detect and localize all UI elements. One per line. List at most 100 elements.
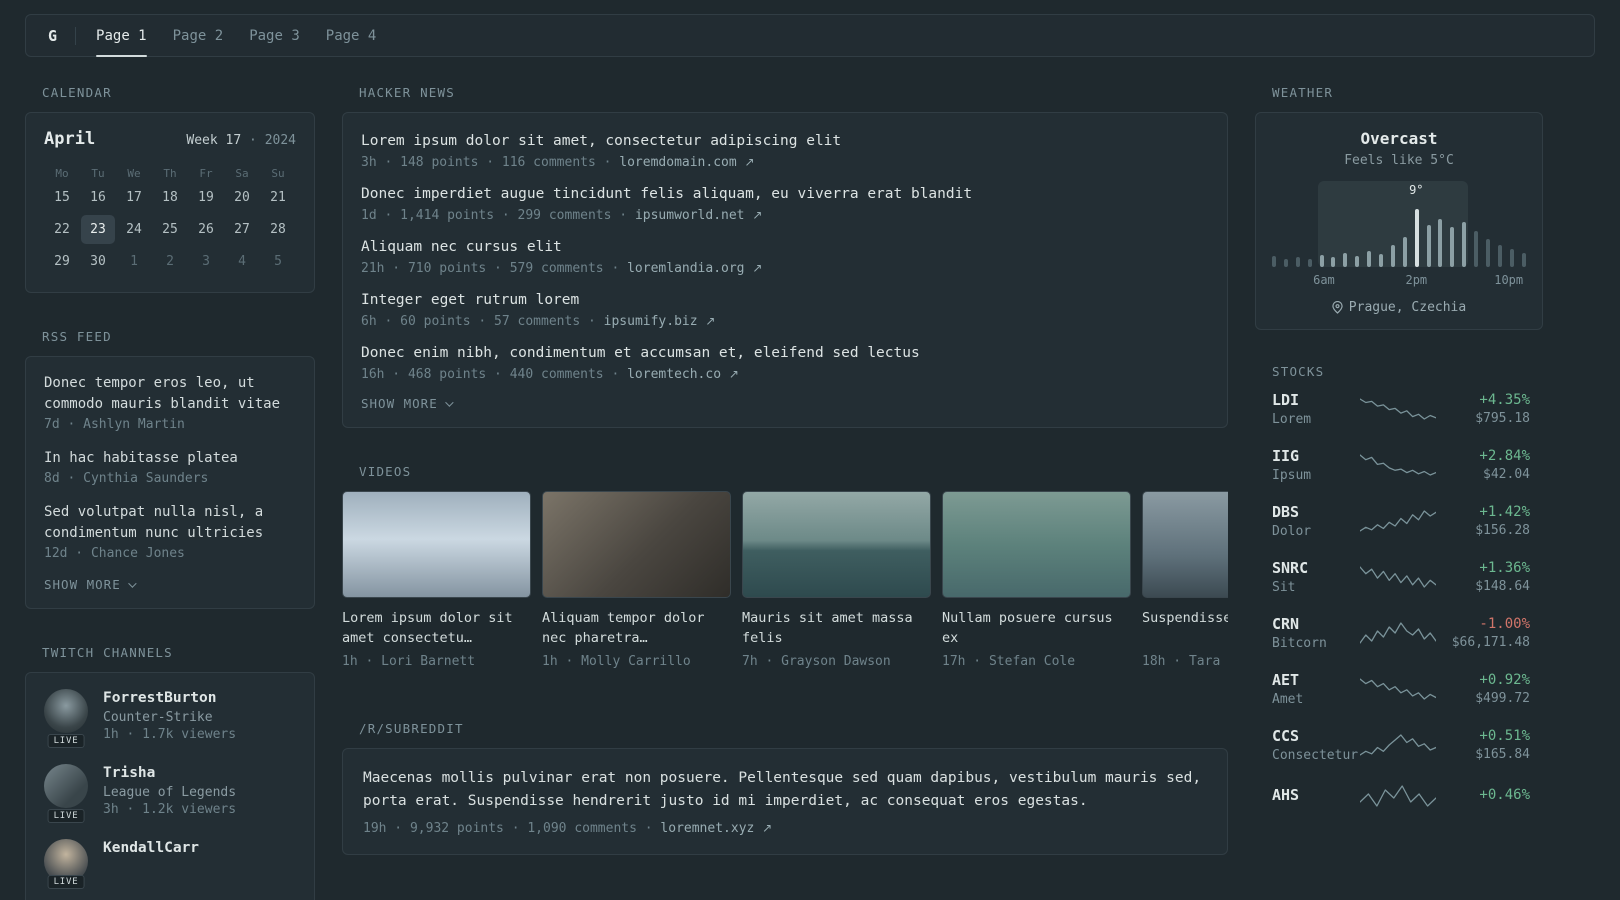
calendar-dow: Tu [91,166,105,180]
hackernews-show-more-button[interactable]: SHOW MORE [361,396,1209,411]
chevron-down-icon [444,397,454,407]
twitch-game: League of Legends [103,784,237,800]
hackernews-item-meta: 6h · 60 points · 57 comments · ipsumify.… [361,314,1209,329]
stock-row[interactable]: CCS Consectetur +0.51% $165.84 [1272,727,1530,763]
stock-row[interactable]: LDI Lorem +4.35% $795.18 [1272,391,1530,427]
external-link-icon: ↗ [744,155,755,170]
video-meta: 7h · Grayson Dawson [742,654,891,670]
external-link-icon: ↗ [728,367,739,382]
stock-id: CRN Bitcorn [1272,615,1360,651]
nav-tab[interactable]: Page 1 [96,15,147,57]
app-logo[interactable]: G [48,27,57,45]
twitch-channel-info: KendallCarr [103,839,199,883]
external-link-icon: ↗ [762,821,773,836]
hackernews-item[interactable]: Donec enim nibh, condimentum et accumsan… [361,343,1209,382]
calendar-widget: CALENDAR April Week 17 · 2024 Mo Tu We Th Fr… [25,85,315,293]
stock-values: +0.92% $499.72 [1436,672,1530,706]
rss-item[interactable]: In hac habitasse platea 8d · Cynthia Sau… [44,448,296,486]
twitch-channel-row[interactable]: LIVE KendallCarr [44,838,296,889]
rss-item[interactable]: Donec tempor eros leo, ut commodo mauris… [44,373,296,432]
videos-row: Lorem ipsum dolor sit amet consectetu… 1… [342,491,1228,669]
nav-tab[interactable]: Page 4 [326,15,377,56]
hackernews-item[interactable]: Aliquam nec cursus elit 21h · 710 points… [361,237,1209,276]
weather-time-label: 6am [1313,273,1335,287]
video-card[interactable]: Mauris sit amet massa felis 7h · Grayson… [742,491,931,669]
video-card[interactable]: Aliquam tempor dolor nec pharetra… 1h · … [542,491,731,669]
hackernews-item-meta: 16h · 468 points · 440 comments · loremt… [361,367,1209,382]
rss-widget-title: RSS FEED [42,329,112,344]
nav-tab[interactable]: Page 2 [173,15,224,56]
stock-values: +4.35% $795.18 [1436,392,1530,426]
show-more-label: SHOW MORE [44,577,121,592]
hackernews-domain-link[interactable]: loremdomain.com [619,155,736,170]
video-title: Suspendisse diam [1142,610,1228,627]
hackernews-domain-link[interactable]: ipsumify.biz [604,314,698,329]
calendar-dow: Su [271,166,285,180]
hackernews-list: Lorem ipsum dolor sit amet, consectetur … [361,131,1209,382]
video-meta: 1h · Lori Barnett [342,654,476,670]
stock-change: +0.51% [1479,728,1530,744]
video-thumbnail [542,491,731,599]
stock-row[interactable]: AHS +0.46% [1272,783,1530,809]
stock-symbol: SNRC [1272,559,1309,577]
external-link-icon: ↗ [752,261,763,276]
video-card[interactable]: Suspendisse diam 18h · Tara [1142,491,1228,669]
reddit-widget: /R/SUBREDDIT Maecenas mollis pulvinar er… [342,721,1228,856]
twitch-channel-row[interactable]: LIVE ForrestBurton Counter-Strike 1h · 1… [44,689,296,748]
calendar-day: 19 [198,190,214,205]
meta-text: 3h · 148 points · 116 comments · [361,155,612,171]
stock-values: -1.00% $66,171.48 [1436,616,1530,650]
nav-tab[interactable]: Page 3 [249,15,300,56]
video-thumbnail [942,491,1131,599]
rss-show-more-button[interactable]: SHOW MORE [44,577,296,592]
rss-item[interactable]: Sed volutpat nulla nisl, a condimentum n… [44,502,296,561]
weather-card: Overcast Feels like 5°C 9° 6am 2pm 10pm Pr… [1255,112,1543,330]
calendar-day: 20 [234,190,250,205]
stock-sparkline [1360,452,1436,478]
rss-item-meta: 7d · Ashlyn Martin [44,417,185,432]
calendar-dow: Fr [199,166,213,180]
video-meta: 17h · Stefan Cole [942,654,1076,670]
stock-name: Lorem [1272,412,1312,427]
stock-row[interactable]: AET Amet +0.92% $499.72 [1272,671,1530,707]
hackernews-domain-link[interactable]: loremtech.co [627,367,721,382]
twitch-channel-info: Trisha League of Legends 3h · 1.2k viewe… [103,764,236,817]
hackernews-card: Lorem ipsum dolor sit amet, consectetur … [342,112,1228,429]
video-title: Nullam posuere cursus ex [942,610,1113,647]
stock-price: $148.64 [1475,579,1530,594]
hackernews-domain-link[interactable]: loremlandia.org [627,261,744,276]
twitch-channel-name: Trisha [103,764,156,781]
stocks-widget-title: STOCKS [1272,364,1325,379]
hackernews-domain-link[interactable]: ipsumworld.net [635,208,745,223]
hackernews-item-title: Donec enim nibh, condimentum et accumsan… [361,345,920,362]
video-card[interactable]: Lorem ipsum dolor sit amet consectetu… 1… [342,491,531,669]
video-meta: 1h · Molly Carrillo [542,654,691,670]
stock-row[interactable]: CRN Bitcorn -1.00% $66,171.48 [1272,615,1530,651]
weather-time-label: 2pm [1405,273,1428,287]
hackernews-item[interactable]: Integer eget rutrum lorem 6h · 60 points… [361,290,1209,329]
video-card[interactable]: Nullam posuere cursus ex 17h · Stefan Co… [942,491,1131,669]
hackernews-item-meta: 3h · 148 points · 116 comments · loremdo… [361,155,1209,170]
calendar-day: 29 [54,254,70,269]
stock-sparkline [1360,564,1436,590]
reddit-post-title[interactable]: Maecenas mollis pulvinar erat non posuer… [363,767,1207,812]
hackernews-item[interactable]: Lorem ipsum dolor sit amet, consectetur … [361,131,1209,170]
chevron-down-icon [127,578,137,588]
stock-row[interactable]: IIG Ipsum +2.84% $42.04 [1272,447,1530,483]
stock-row[interactable]: DBS Dolor +1.42% $156.28 [1272,503,1530,539]
stock-change: +1.42% [1479,504,1530,520]
twitch-channel-name: KendallCarr [103,839,200,856]
videos-widget: VIDEOS Lorem ipsum dolor sit amet consec… [342,464,1228,669]
stock-symbol: LDI [1272,391,1300,409]
weather-widget-title: WEATHER [1272,85,1334,100]
hackernews-widget: HACKER NEWS Lorem ipsum dolor sit amet, … [342,85,1228,429]
stock-price: $165.84 [1475,747,1530,762]
calendar-day: 16 [90,190,106,205]
calendar-day: 15 [54,190,70,205]
twitch-channel-row[interactable]: LIVE Trisha League of Legends 3h · 1.2k … [44,763,296,823]
reddit-domain-link[interactable]: loremnet.xyz [660,821,754,836]
calendar-week-info: Week 17 · 2024 [186,133,296,148]
calendar-dow: Sa [235,166,249,180]
hackernews-item[interactable]: Donec imperdiet augue tincidunt felis al… [361,184,1209,223]
stock-row[interactable]: SNRC Sit +1.36% $148.64 [1272,559,1530,595]
